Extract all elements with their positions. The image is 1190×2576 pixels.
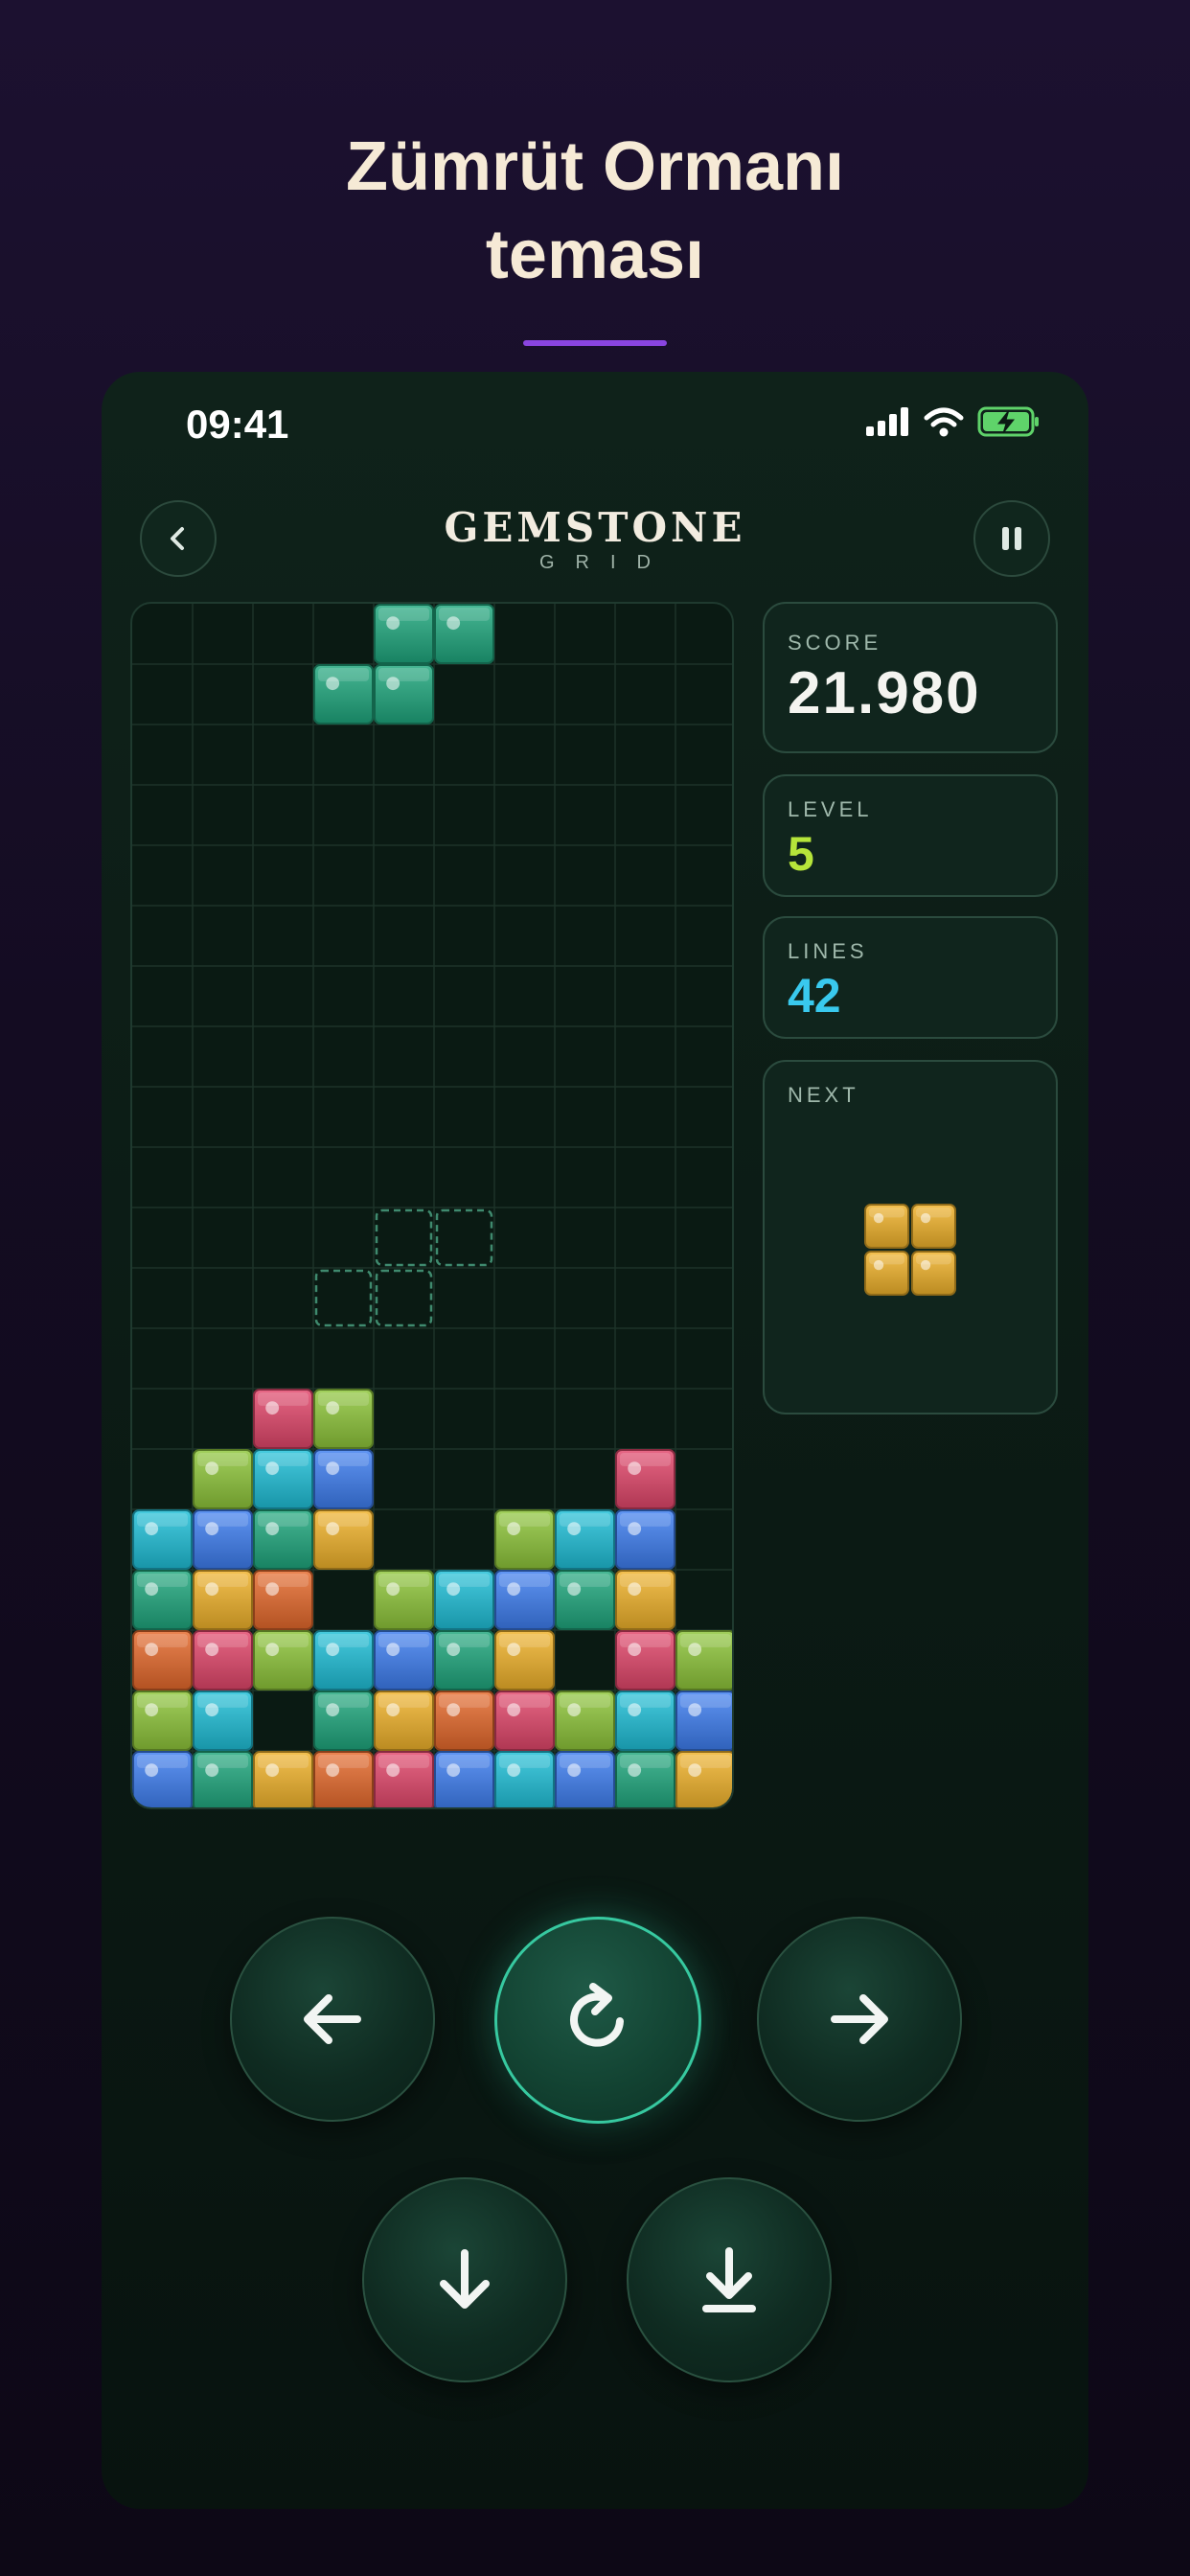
ghost-cell: [435, 1208, 493, 1267]
next-piece-preview: [864, 1204, 956, 1296]
lines-panel: LINES 42: [763, 916, 1058, 1039]
locked-block: [193, 1751, 253, 1807]
soft-drop-button[interactable]: [362, 2177, 567, 2382]
arrow-down-icon: [440, 2249, 490, 2309]
locked-block: [193, 1570, 253, 1630]
locked-block: [494, 1751, 555, 1807]
locked-block: [132, 1630, 193, 1690]
next-piece-block: [911, 1204, 956, 1249]
locked-block: [675, 1690, 732, 1751]
headline-line-1: Zümrüt Ormanı: [345, 128, 845, 205]
headline-line-2: teması: [485, 217, 705, 293]
phone-screen: 09:41 GEMSTONE GRID SCORE 21.980 LEVEL 5…: [102, 372, 1088, 2509]
locked-block: [132, 1570, 193, 1630]
next-piece-block: [864, 1251, 909, 1296]
locked-block: [132, 1509, 193, 1570]
locked-block: [253, 1389, 313, 1449]
locked-block: [374, 1751, 434, 1807]
locked-block: [132, 1690, 193, 1751]
locked-block: [434, 1751, 494, 1807]
locked-block: [253, 1509, 313, 1570]
score-label: SCORE: [788, 631, 882, 655]
locked-block: [615, 1751, 675, 1807]
locked-block: [313, 1509, 374, 1570]
arrow-right-icon: [831, 1994, 888, 2044]
active-piece-block: [374, 604, 434, 664]
locked-block: [313, 1389, 374, 1449]
locked-block: [374, 1630, 434, 1690]
active-piece-block: [434, 604, 494, 664]
locked-block: [615, 1690, 675, 1751]
locked-block: [193, 1449, 253, 1509]
locked-block: [313, 1751, 374, 1807]
game-subtitle: GRID: [539, 552, 672, 573]
lines-label: LINES: [788, 939, 868, 963]
locked-block: [494, 1509, 555, 1570]
wifi-icon: [924, 407, 964, 437]
battery-charging-icon: [977, 406, 1039, 437]
rotate-button[interactable]: [494, 1917, 701, 2124]
pause-icon: [1002, 527, 1021, 550]
locked-block: [555, 1570, 615, 1630]
page-headline: Zümrüt Ormanı teması: [0, 123, 1190, 299]
headline-underline: [523, 340, 667, 346]
locked-block: [253, 1630, 313, 1690]
active-piece-block: [313, 664, 374, 724]
active-piece-block: [374, 664, 434, 724]
next-piece-block: [911, 1251, 956, 1296]
locked-block: [253, 1449, 313, 1509]
next-panel: NEXT: [763, 1060, 1058, 1414]
locked-block: [555, 1751, 615, 1807]
locked-block: [434, 1570, 494, 1630]
pause-button[interactable]: [973, 500, 1050, 577]
lines-value: 42: [788, 969, 841, 1023]
locked-block: [132, 1751, 193, 1807]
locked-block: [313, 1690, 374, 1751]
game-board: [130, 602, 734, 1809]
locked-block: [434, 1690, 494, 1751]
locked-block: [615, 1570, 675, 1630]
score-panel: SCORE 21.980: [763, 602, 1058, 753]
locked-block: [494, 1630, 555, 1690]
locked-block: [313, 1449, 374, 1509]
next-label: NEXT: [788, 1083, 859, 1107]
locked-block: [675, 1630, 732, 1690]
level-label: LEVEL: [788, 797, 873, 821]
locked-block: [374, 1570, 434, 1630]
locked-block: [313, 1630, 374, 1690]
level-value: 5: [788, 827, 814, 881]
arrow-left-icon: [304, 1994, 361, 2044]
locked-block: [193, 1690, 253, 1751]
board-grid: [132, 604, 732, 1807]
locked-block: [434, 1630, 494, 1690]
locked-block: [494, 1690, 555, 1751]
locked-block: [494, 1570, 555, 1630]
level-panel: LEVEL 5: [763, 774, 1058, 897]
next-piece-block: [864, 1204, 909, 1249]
hard-drop-icon: [702, 2247, 756, 2312]
game-title: GEMSTONE: [444, 504, 746, 551]
score-value: 21.980: [788, 660, 981, 726]
ghost-cell: [314, 1269, 373, 1327]
hard-drop-button[interactable]: [627, 2177, 832, 2382]
move-left-button[interactable]: [230, 1917, 435, 2122]
locked-block: [615, 1509, 675, 1570]
locked-block: [253, 1570, 313, 1630]
locked-block: [555, 1690, 615, 1751]
locked-block: [193, 1509, 253, 1570]
locked-block: [555, 1509, 615, 1570]
locked-block: [374, 1690, 434, 1751]
rotate-icon: [570, 1983, 624, 2047]
cellular-signal-icon: [866, 407, 908, 436]
move-right-button[interactable]: [757, 1917, 962, 2122]
locked-block: [193, 1630, 253, 1690]
locked-block: [615, 1449, 675, 1509]
ghost-cell: [375, 1269, 433, 1327]
status-icons: [866, 406, 1041, 437]
status-time: 09:41: [186, 402, 289, 447]
ghost-cell: [375, 1208, 433, 1267]
locked-block: [253, 1751, 313, 1807]
locked-block: [615, 1630, 675, 1690]
locked-block: [675, 1751, 732, 1807]
